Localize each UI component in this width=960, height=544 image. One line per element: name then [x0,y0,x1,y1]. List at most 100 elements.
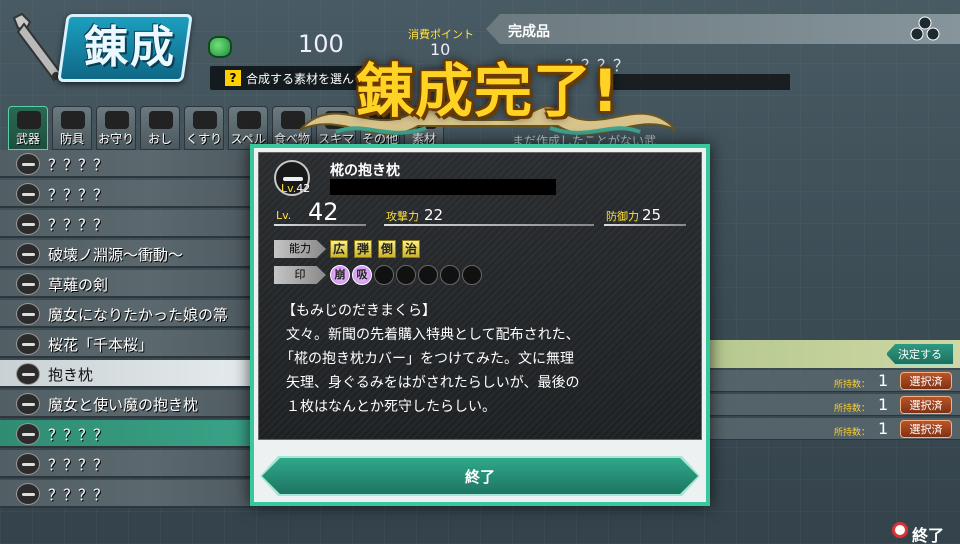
list-item-label: 魔女と使い魔の抱き枕 [48,396,199,414]
list-item[interactable]: ？？？？ [0,480,252,508]
seal-slot: 崩 [330,265,350,285]
weapon-icon [16,153,40,175]
ability-badge: 倒 [378,240,396,258]
ability-label: 能力 [274,240,326,258]
tab-icon [149,111,173,129]
list-item[interactable]: 魔女になりたかった娘の箒 [0,300,252,328]
weapon-icon [16,453,40,475]
seal-label: 印 [274,266,326,284]
defense-label: 防御力 [606,210,639,223]
list-item-label: ？？？？ [48,216,109,234]
description-line: 「椛の抱き枕カバー」をつけてみた。文に無理 [280,351,574,367]
ability-badge: 弾 [354,240,372,258]
attack-underline [384,224,594,226]
item-name-bar [330,179,556,195]
list-item[interactable]: 草薙の剣 [0,270,252,298]
weapon-icon [16,333,40,355]
weapon-icon [16,303,40,325]
level-value: 42 [308,198,339,226]
seal-slot-empty [418,265,438,285]
circle-button-icon [892,522,908,538]
seal-slot-empty [462,265,482,285]
list-item-label: ？？？？ [48,426,109,444]
list-item[interactable]: ？？？？ [0,450,252,478]
material-count: 1 [878,419,889,438]
list-item[interactable]: 破壊ノ淵源〜衝動〜 [0,240,252,268]
end-footer-button[interactable]: 終了 [912,522,944,544]
list-item[interactable]: ？？？？ [0,180,252,208]
close-button-label[interactable]: 終了 [262,466,698,487]
complete-banner: 錬成完了! [356,57,620,125]
description-line: １枚はなんとか死守したらしい。 [286,399,496,415]
page-title: 錬成 [84,22,176,73]
tab-icon [105,111,129,129]
tab-label: 防具 [59,132,84,146]
seal-slot-empty [374,265,394,285]
seal-slot-empty [440,265,460,285]
list-item-label: ？？？？ [48,186,109,204]
tab-label: お守り [97,132,134,146]
list-item-label: 抱き枕 [48,366,94,384]
list-item[interactable]: 抱き枕 [0,360,252,388]
weapon-icon [16,183,40,205]
list-item[interactable]: 桜花「千本桜」 [0,330,252,358]
decide-button[interactable]: 決定する [886,343,954,365]
question-icon: ? [225,70,241,86]
defense-value: 25 [642,206,662,224]
description-title: 【もみじのだきまくら】 [282,303,436,319]
tab-icon [193,111,217,129]
item-list: ？？？？ ？？？？ ？？？？ 破壊ノ淵源〜衝動〜草薙の剣魔女になりたかった娘の箒 桜花「… [0,150,252,544]
list-item-label: ？？？？ [48,486,109,504]
material-count: 1 [878,371,889,390]
description-line: 矢理、身ぐるみをはがされたらしいが、最後の [286,375,580,391]
tab-2[interactable]: お守り [96,106,136,150]
money-pot-icon [208,36,232,58]
level-underline [274,224,366,226]
attack-value: 22 [424,206,444,224]
have-label: 所持数： [834,380,871,390]
defense-underline [604,224,686,226]
weapon-icon [16,243,40,265]
weapon-icon [16,483,40,505]
weapon-icon [16,363,40,385]
list-item-label: 草薙の剣 [48,276,109,294]
tab-4[interactable]: くすり [184,106,224,150]
crest-icon [910,16,940,41]
have-label: 所持数： [834,428,871,438]
tab-label: おし [147,132,172,146]
tab-icon [17,111,41,129]
list-item[interactable]: ？？？？ [0,420,252,448]
description-line: 文々。新聞の先着購入特典として配布された、 [286,327,580,343]
item-name: 椛の抱き枕 [330,163,400,179]
seal-slot: 吸 [352,265,372,285]
list-item[interactable]: 魔女と使い魔の抱き枕 [0,390,252,418]
list-item-label: ？？？？ [48,456,109,474]
list-item-label: ？？？？ [48,156,109,174]
level-label: Lv. [276,209,292,222]
tab-label: 武器 [15,132,40,146]
list-item-label: 魔女になりたかった娘の箒 [48,306,229,324]
weapon-icon [16,393,40,415]
tab-3[interactable]: おし [140,106,180,150]
attack-label: 攻撃力 [386,210,419,223]
weapon-icon [16,423,40,445]
list-item[interactable]: ？？？？ [0,210,252,238]
selected-button[interactable]: 選択済 [900,396,952,414]
weapon-icon [16,273,40,295]
seal-slot-empty [396,265,416,285]
list-item-label: 桜花「千本桜」 [48,336,154,354]
have-label: 所持数： [834,404,871,414]
tab-0[interactable]: 武器 [8,106,48,150]
ability-badge: 広 [330,240,348,258]
selected-button[interactable]: 選択済 [900,372,952,390]
material-count: 1 [878,395,889,414]
money-value: 100 [298,30,344,58]
result-title: 完成品 [508,24,550,40]
item-level-small: Lv.42 [281,182,311,195]
tab-icon [61,111,85,129]
result-header [486,14,960,44]
tab-1[interactable]: 防具 [52,106,92,150]
list-item[interactable]: ？？？？ [0,150,252,178]
selected-button[interactable]: 選択済 [900,420,952,438]
weapon-icon [16,213,40,235]
